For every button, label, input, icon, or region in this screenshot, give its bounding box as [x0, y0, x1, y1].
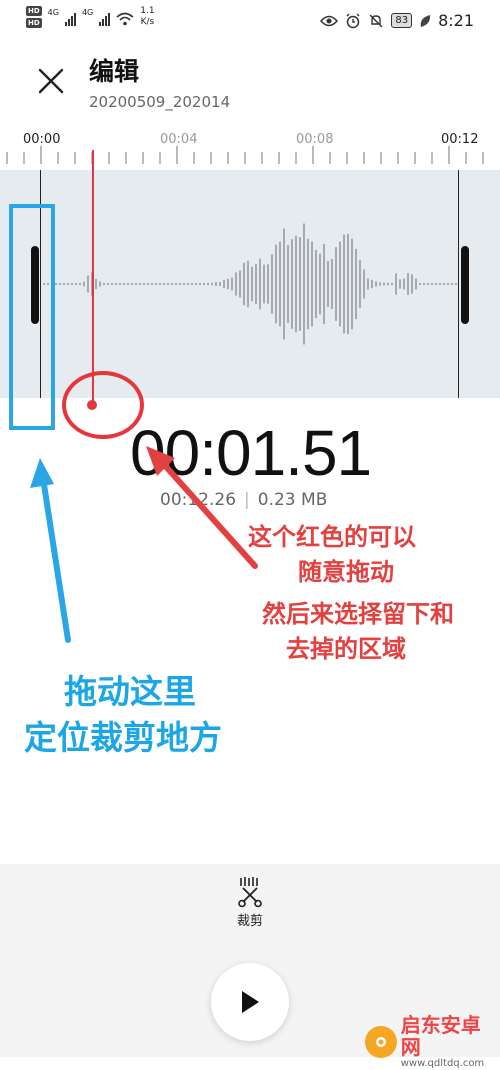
network-type-1: 4G: [47, 8, 59, 17]
annotation-red-line-1: 这个红色的可以: [248, 523, 416, 551]
crop-label: 裁剪: [236, 914, 263, 929]
recording-filename: 20200509_202014: [89, 93, 231, 111]
annotation-blue-box: [9, 204, 55, 430]
battery-icon: 83: [391, 13, 413, 28]
page-title: 编辑: [89, 57, 140, 86]
duration: 00:12.26: [160, 490, 237, 510]
network-type-2: 4G: [81, 8, 94, 17]
hd-badge-1: HD: [26, 6, 42, 16]
annotation-blue-line-2: 定位裁剪地方: [24, 718, 222, 757]
network-speed: 1.1 K/s: [140, 6, 154, 28]
current-time: 00:01.51: [130, 417, 372, 489]
wifi-icon: [116, 12, 134, 26]
ruler-label-4s: 00:04: [160, 132, 198, 147]
signal-icon-1: [64, 12, 76, 26]
watermark-url: www.qdltdq.com: [400, 1058, 485, 1069]
alarm-icon: [346, 13, 360, 28]
close-icon: [38, 68, 64, 94]
eye-icon: [320, 15, 339, 26]
waveform: [43, 223, 457, 345]
logo-mark-icon: [375, 1037, 386, 1047]
watermark-logo-mark: [365, 1026, 397, 1058]
play-icon: [242, 991, 259, 1013]
trim-end-line: [458, 170, 459, 398]
annotation-red-line-3: 然后来选择留下和: [262, 600, 454, 628]
file-size: 0.23 MB: [257, 490, 328, 510]
crop-button[interactable]: 裁剪: [223, 876, 277, 936]
watermark-logo: 启东安卓网 www.qdltdq.com: [365, 1014, 500, 1070]
time-ruler: [6, 146, 484, 164]
play-button[interactable]: [211, 963, 289, 1041]
ruler-label-start: 00:00: [23, 132, 61, 147]
close-button[interactable]: [36, 66, 66, 96]
recording-info: 00:12.26 | 0.23 MB: [160, 490, 327, 510]
separator: |: [244, 490, 250, 510]
ruler-label-8s: 00:08: [296, 132, 334, 147]
speed-value: 1.1: [140, 6, 155, 16]
waveform-area[interactable]: [0, 170, 500, 398]
ruler-label-end: 00:12: [441, 132, 479, 147]
mute-icon: [369, 14, 383, 27]
status-bar: HD HD 4G 4G 1.1 K/s 83 8:21: [0, 0, 500, 42]
clock: 8:21: [438, 11, 474, 30]
signal-icon-2: [99, 12, 111, 26]
annotation-red-line-2: 随意拖动: [298, 558, 394, 586]
trim-end-handle[interactable]: [461, 246, 469, 324]
scissors-icon: [238, 877, 262, 908]
watermark-name: 启东安卓网: [400, 1013, 481, 1059]
hd-badge-2: HD: [26, 18, 42, 28]
annotation-red-line-4: 去掉的区域: [286, 635, 406, 663]
speed-unit: K/s: [140, 17, 155, 27]
leaf-icon: [420, 14, 431, 27]
playhead-line[interactable]: [92, 150, 94, 404]
annotation-blue-line-1: 拖动这里: [64, 672, 196, 711]
